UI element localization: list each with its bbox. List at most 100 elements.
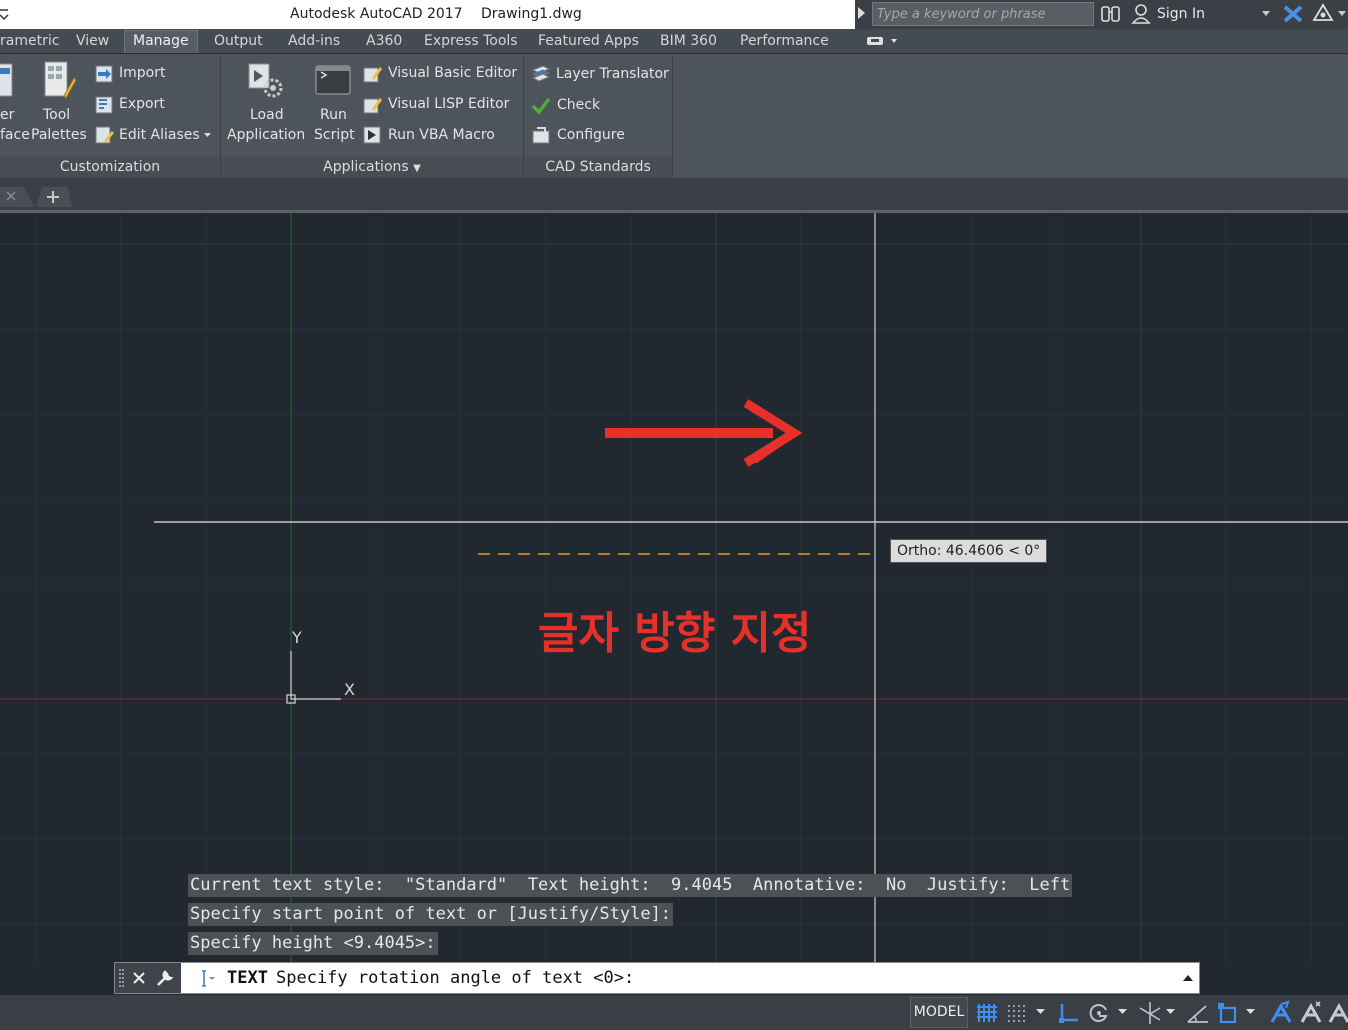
user-interface-label-2[interactable]: face — [0, 127, 30, 143]
canvas-drawing[interactable] — [0, 213, 1348, 963]
object-snap-tracking-icon[interactable] — [1186, 1002, 1210, 1024]
customization-panel-title: Customization — [0, 156, 220, 178]
run-vba-macro-icon[interactable] — [362, 125, 382, 145]
export-icon[interactable] — [94, 95, 114, 115]
customize-wrench-icon[interactable] — [155, 969, 175, 987]
annotation-text: 글자 방향 지정 — [538, 608, 812, 659]
tab-bim-360[interactable]: BIM 360 — [660, 33, 717, 49]
binoculars-icon[interactable] — [1100, 4, 1122, 24]
help-dropdown-icon[interactable] — [1338, 11, 1346, 17]
customization-panel: er face Tool Palettes Import Export Edit… — [0, 54, 220, 178]
export-button[interactable]: Export — [119, 96, 165, 112]
run-script-icon[interactable] — [314, 64, 352, 98]
annotation-scale-icon[interactable] — [1326, 1000, 1348, 1026]
grid-display-icon[interactable] — [976, 1002, 998, 1024]
tool-palettes-label-2[interactable]: Palettes — [31, 127, 87, 143]
check-icon[interactable] — [531, 96, 551, 116]
tab-featured-apps[interactable]: Featured Apps — [538, 33, 639, 49]
polar-dropdown-icon[interactable] — [1118, 1009, 1128, 1016]
edit-aliases-button[interactable]: Edit Aliases — [119, 127, 200, 143]
ribbon-toggle-icon[interactable] — [866, 35, 900, 47]
tab-a360[interactable]: A360 — [366, 33, 402, 49]
layer-translator-button[interactable]: Layer Translator — [556, 66, 669, 82]
visual-lisp-editor-button[interactable]: Visual LISP Editor — [388, 96, 509, 112]
load-application-label-1[interactable]: Load — [250, 107, 284, 123]
app-title: Autodesk AutoCAD 2017 — [290, 6, 463, 22]
sign-in-dropdown-icon[interactable] — [1262, 11, 1270, 17]
command-line[interactable]: TEXT Specify rotation angle of text <0>: — [114, 962, 1200, 994]
applications-panel-title[interactable]: Applications ▼ — [221, 156, 523, 178]
command-history-line-3: Specify height <9.4045>: — [188, 932, 438, 955]
cad-standards-panel: Layer Translator Check Configure CAD Sta… — [524, 54, 672, 178]
exchange-apps-icon[interactable] — [1282, 4, 1304, 24]
tab-manage[interactable]: Manage — [124, 30, 198, 53]
auto-scale-icon[interactable] — [1298, 1000, 1324, 1026]
tab-add-ins[interactable]: Add-ins — [288, 33, 340, 49]
user-interface-icon[interactable] — [0, 62, 14, 98]
tab-parametric[interactable]: rametric — [0, 33, 59, 49]
object-snap-dropdown-icon[interactable] — [1246, 1009, 1256, 1016]
configure-icon[interactable] — [531, 125, 551, 145]
edit-aliases-dropdown-icon[interactable] — [204, 133, 211, 138]
drawing-canvas[interactable]: Y X Ortho: 46.4606 < 0° 글자 방향 지정 — [0, 213, 1348, 963]
close-command-line-icon[interactable] — [132, 971, 146, 985]
snap-mode-icon[interactable] — [1006, 1002, 1028, 1024]
recent-commands-icon[interactable] — [199, 969, 221, 989]
model-space-button[interactable]: MODEL — [910, 997, 968, 1028]
tool-palettes-label-1[interactable]: Tool — [43, 107, 70, 123]
command-name: TEXT — [227, 968, 268, 988]
load-application-label-2[interactable]: Application — [227, 127, 305, 143]
visual-basic-editor-icon[interactable] — [362, 64, 382, 84]
command-history-line-2: Specify start point of text or [Justify/… — [188, 903, 674, 926]
applications-panel: Load Application Run Script Visual Basic… — [221, 54, 523, 178]
direction-arrow — [605, 399, 803, 467]
user-interface-label-1[interactable]: er — [0, 107, 14, 123]
applications-expand-icon[interactable]: ▼ — [413, 163, 421, 174]
ortho-tooltip: Ortho: 46.4606 < 0° — [890, 539, 1048, 563]
isodraft-dropdown-icon[interactable] — [1166, 1009, 1176, 1016]
command-history-toggle-icon[interactable] — [1183, 974, 1193, 982]
drawing-name: Drawing1.dwg — [481, 6, 582, 22]
run-vba-macro-button[interactable]: Run VBA Macro — [388, 127, 495, 143]
annotation-visibility-icon[interactable] — [1268, 1000, 1294, 1026]
command-prompt[interactable]: Specify rotation angle of text <0>: — [276, 968, 634, 988]
tab-performance[interactable]: Performance — [740, 33, 829, 49]
a360-icon[interactable] — [1312, 3, 1334, 23]
isodraft-icon[interactable] — [1138, 1000, 1162, 1026]
search-input[interactable] — [872, 2, 1094, 26]
load-application-icon[interactable] — [247, 62, 287, 100]
user-icon[interactable] — [1131, 3, 1151, 25]
tool-palettes-icon[interactable] — [42, 60, 76, 100]
ucs-x-label: X — [344, 680, 355, 699]
configure-button[interactable]: Configure — [557, 127, 625, 143]
panel-divider — [672, 56, 673, 176]
ortho-mode-icon[interactable] — [1058, 1002, 1080, 1024]
import-button[interactable]: Import — [119, 65, 165, 81]
visual-basic-editor-button[interactable]: Visual Basic Editor — [388, 65, 517, 81]
expand-search-icon[interactable] — [858, 7, 865, 19]
ribbon-panel-area: er face Tool Palettes Import Export Edit… — [0, 54, 1348, 178]
ribbon-tab-bar: rametric View Manage Output Add-ins A360… — [0, 29, 1348, 54]
grip-icon[interactable] — [119, 969, 125, 987]
object-snap-icon[interactable] — [1216, 1001, 1240, 1025]
quick-access-dropdown-icon[interactable] — [0, 6, 10, 22]
edit-aliases-icon[interactable] — [94, 125, 114, 145]
import-icon[interactable] — [94, 64, 114, 84]
new-tab-plus-icon[interactable] — [45, 189, 61, 205]
close-tab-icon[interactable] — [4, 189, 18, 203]
file-tabs-bar — [0, 178, 1348, 213]
grid-lines — [0, 213, 1348, 963]
check-button[interactable]: Check — [557, 97, 600, 113]
snap-dropdown-icon[interactable] — [1036, 1009, 1046, 1016]
run-script-label-1[interactable]: Run — [320, 107, 347, 123]
tab-express-tools[interactable]: Express Tools — [424, 33, 518, 49]
sign-in-link[interactable]: Sign In — [1157, 6, 1205, 22]
layer-translator-icon[interactable] — [531, 64, 551, 84]
tab-output[interactable]: Output — [214, 33, 263, 49]
command-line-controls — [115, 963, 181, 993]
ucs-y-label: Y — [292, 628, 302, 647]
tab-view[interactable]: View — [76, 33, 109, 49]
visual-lisp-editor-icon[interactable] — [362, 95, 382, 115]
run-script-label-2[interactable]: Script — [314, 127, 355, 143]
polar-tracking-icon[interactable] — [1088, 1002, 1110, 1024]
